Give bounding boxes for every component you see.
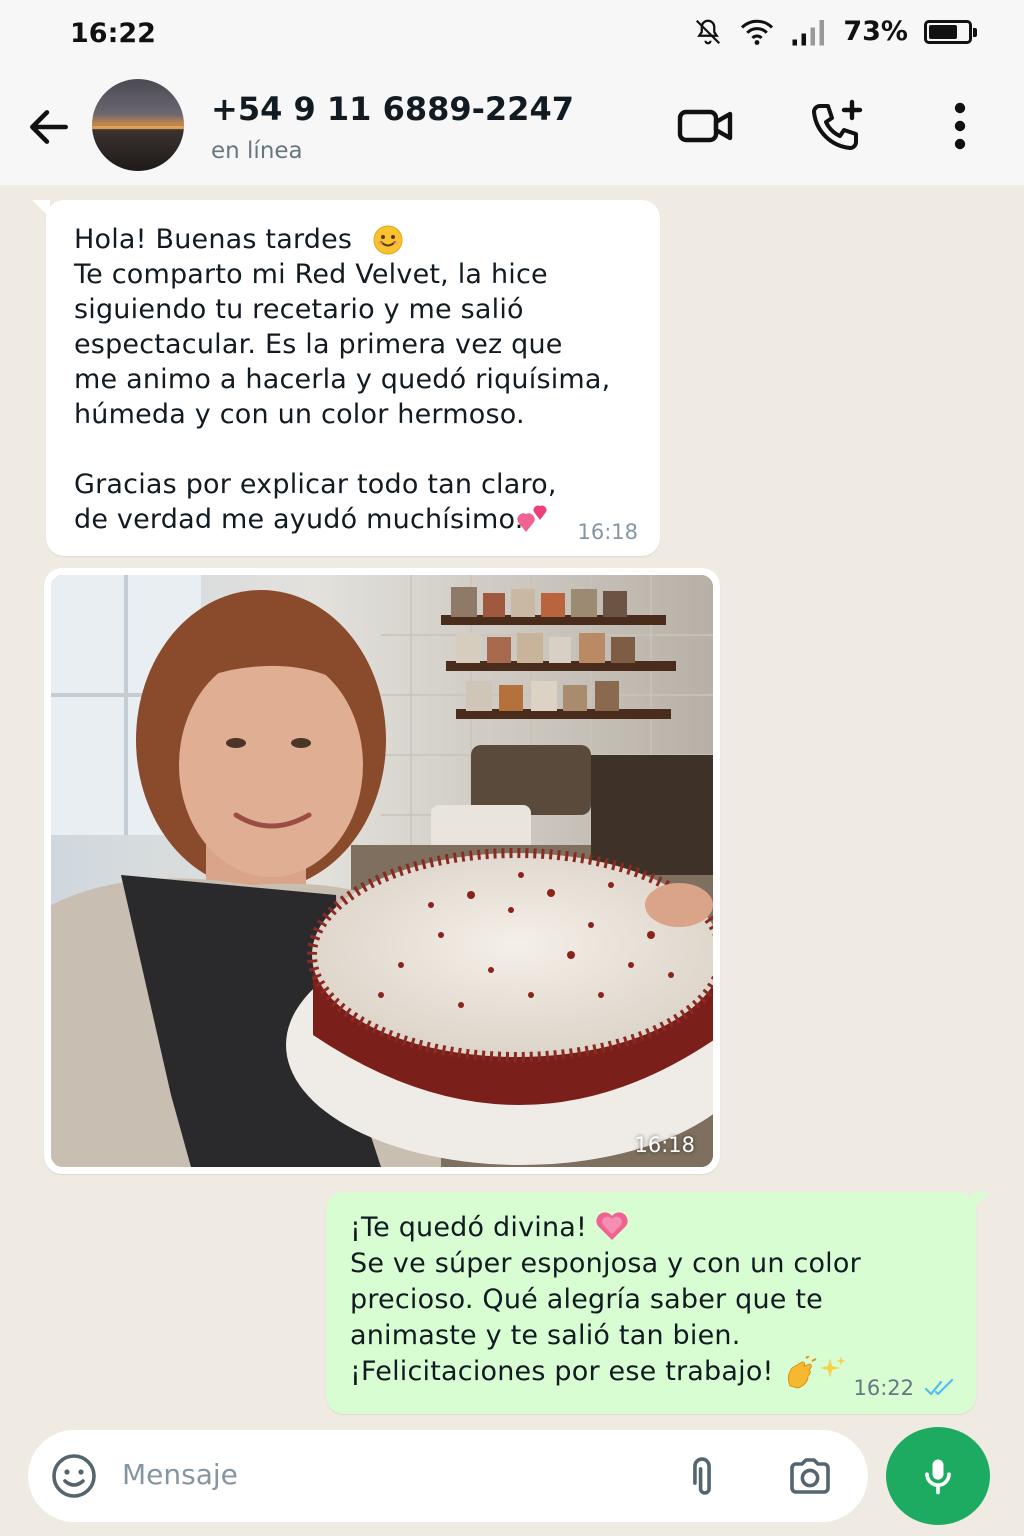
status-icons: 73%	[693, 16, 977, 47]
emoji-icon[interactable]	[50, 1452, 98, 1500]
signal-icon	[792, 19, 825, 45]
message-time: 16:22	[853, 1376, 914, 1400]
avatar[interactable]	[92, 79, 184, 171]
back-arrow-icon[interactable]	[24, 102, 74, 152]
message-time: 16:18	[577, 520, 638, 544]
mic-button[interactable]	[886, 1427, 990, 1525]
chat-header: +54 9 11 6889-2247 en línea	[0, 70, 1024, 185]
wifi-icon	[741, 19, 774, 45]
growing-heart-emoji-icon	[596, 1212, 628, 1240]
contact-status: en línea	[211, 138, 303, 164]
smiling-face-emoji-icon	[373, 225, 403, 255]
message-input[interactable]: Mensaje	[122, 1458, 238, 1491]
battery-fill	[929, 24, 957, 39]
chat-messages[interactable]: Hola! Buenas tardes Te comparto mi Red V…	[0, 185, 1024, 1425]
more-vert-icon[interactable]	[930, 98, 990, 154]
cake-photo[interactable]: 16:18	[51, 575, 713, 1167]
status-time: 16:22	[70, 18, 156, 49]
message-text: Hola! Buenas tardes Te comparto mi Red V…	[74, 224, 611, 535]
message-incoming[interactable]: Hola! Buenas tardes Te comparto mi Red V…	[32, 200, 660, 556]
two-hearts-emoji-icon	[517, 505, 547, 532]
battery-icon	[924, 19, 977, 44]
message-composer: Mensaje	[28, 1430, 868, 1522]
sparkles-emoji-icon	[820, 1356, 846, 1378]
message-text: ¡Te quedó divina! Se ve súper esponjosa …	[350, 1212, 861, 1387]
camera-icon[interactable]	[786, 1452, 834, 1500]
clapping-hands-emoji-icon	[787, 1356, 817, 1389]
message-incoming-image[interactable]: 16:18	[44, 568, 720, 1174]
add-call-icon[interactable]	[808, 98, 868, 154]
message-outgoing[interactable]: ¡Te quedó divina! Se ve súper esponjosa …	[326, 1192, 990, 1414]
contact-name[interactable]: +54 9 11 6889-2247	[211, 90, 574, 128]
read-ticks-icon	[924, 1378, 954, 1396]
bell-off-icon	[696, 19, 721, 44]
video-call-icon[interactable]	[676, 98, 736, 154]
attach-icon[interactable]	[678, 1452, 726, 1500]
status-bar: 16:22 73%	[0, 0, 1024, 70]
battery-percent: 73%	[843, 16, 908, 47]
mic-icon	[925, 1459, 951, 1495]
image-time: 16:18	[634, 1133, 695, 1157]
photo-image	[51, 575, 713, 1167]
